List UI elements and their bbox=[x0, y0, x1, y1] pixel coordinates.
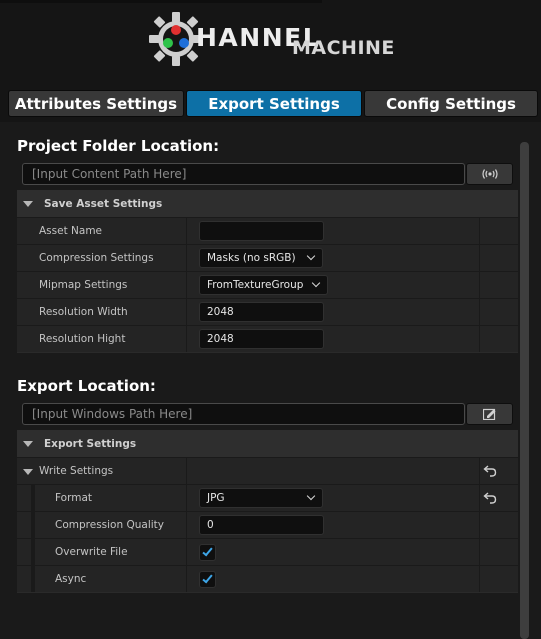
property-label: Overwrite File bbox=[55, 546, 128, 558]
save-asset-settings-category[interactable]: Save Asset Settings bbox=[17, 190, 518, 217]
overwrite-file-row: Overwrite File bbox=[17, 538, 518, 565]
header-strip bbox=[0, 0, 322, 3]
content-path-button[interactable] bbox=[466, 163, 513, 185]
reset-to-default-icon[interactable] bbox=[483, 465, 497, 477]
export-location-title: Export Location: bbox=[17, 377, 156, 395]
logo-word-machine: MACHINE bbox=[292, 37, 395, 59]
write-settings-row[interactable]: Write Settings bbox=[17, 457, 518, 484]
asset-name-input[interactable] bbox=[199, 221, 324, 241]
checkmark-icon bbox=[202, 572, 213, 584]
compression-quality-row: Compression Quality 0 bbox=[17, 511, 518, 538]
category-label: Export Settings bbox=[44, 437, 137, 450]
checkmark-icon bbox=[202, 545, 213, 557]
divider bbox=[17, 352, 518, 353]
async-checkbox[interactable] bbox=[199, 571, 216, 588]
windows-path-input[interactable]: [Input Windows Path Here] bbox=[22, 403, 465, 425]
resolution-hight-row: Resolution Hight 2048 bbox=[17, 325, 518, 352]
vertical-scrollbar[interactable] bbox=[520, 142, 529, 639]
export-settings-category[interactable]: Export Settings bbox=[17, 430, 518, 457]
category-label: Save Asset Settings bbox=[44, 197, 163, 210]
property-label: Format bbox=[55, 492, 93, 504]
compression-quality-input[interactable]: 0 bbox=[199, 515, 324, 535]
dropdown-value: Masks (no sRGB) bbox=[207, 252, 296, 264]
resolution-width-row: Resolution Width 2048 bbox=[17, 298, 518, 325]
compression-settings-row: Compression Settings Masks (no sRGB) bbox=[17, 244, 518, 271]
async-row: Async bbox=[17, 565, 518, 592]
windows-path-button[interactable] bbox=[466, 403, 513, 425]
format-row: Format JPG bbox=[17, 484, 518, 511]
broadcast-icon bbox=[481, 169, 498, 179]
project-folder-title: Project Folder Location: bbox=[17, 137, 220, 155]
chevron-down-icon bbox=[306, 491, 316, 501]
tab-export-settings[interactable]: Export Settings bbox=[186, 90, 362, 117]
resolution-hight-input[interactable]: 2048 bbox=[199, 329, 324, 349]
tab-attributes-settings[interactable]: Attributes Settings bbox=[8, 90, 184, 117]
asset-name-row: Asset Name bbox=[17, 217, 518, 244]
dropdown-value: FromTextureGroup bbox=[207, 279, 304, 291]
content-path-input[interactable]: [Input Content Path Here] bbox=[22, 163, 465, 185]
compression-settings-dropdown[interactable]: Masks (no sRGB) bbox=[199, 248, 323, 268]
edit-icon bbox=[482, 408, 495, 420]
resolution-width-input[interactable]: 2048 bbox=[199, 302, 324, 322]
property-label: Resolution Hight bbox=[39, 333, 126, 345]
property-label: Mipmap Settings bbox=[39, 279, 128, 291]
chevron-down-icon bbox=[306, 251, 316, 261]
reset-to-default-icon[interactable] bbox=[483, 492, 497, 504]
property-label: Compression Settings bbox=[39, 252, 154, 264]
mipmap-settings-dropdown[interactable]: FromTextureGroup bbox=[199, 275, 328, 295]
overwrite-file-checkbox[interactable] bbox=[199, 544, 216, 561]
property-label: Write Settings bbox=[39, 465, 114, 477]
collapse-arrow-icon bbox=[23, 469, 33, 475]
collapse-arrow-icon bbox=[23, 200, 33, 207]
dropdown-value: JPG bbox=[207, 492, 225, 504]
header: HANNEL MACHINE bbox=[0, 0, 541, 82]
format-dropdown[interactable]: JPG bbox=[199, 488, 323, 508]
tab-bar: Attributes Settings Export Settings Conf… bbox=[8, 90, 538, 117]
mipmap-settings-row: Mipmap Settings FromTextureGroup bbox=[17, 271, 518, 298]
channel-machine-logo: HANNEL MACHINE bbox=[146, 8, 406, 70]
property-label: Async bbox=[55, 573, 87, 585]
property-label: Resolution Width bbox=[39, 306, 128, 318]
property-label: Compression Quality bbox=[55, 519, 164, 531]
chevron-down-icon bbox=[311, 278, 321, 288]
collapse-arrow-icon bbox=[23, 440, 33, 447]
divider bbox=[17, 592, 518, 593]
property-label: Asset Name bbox=[39, 225, 103, 237]
tab-config-settings[interactable]: Config Settings bbox=[364, 90, 538, 117]
